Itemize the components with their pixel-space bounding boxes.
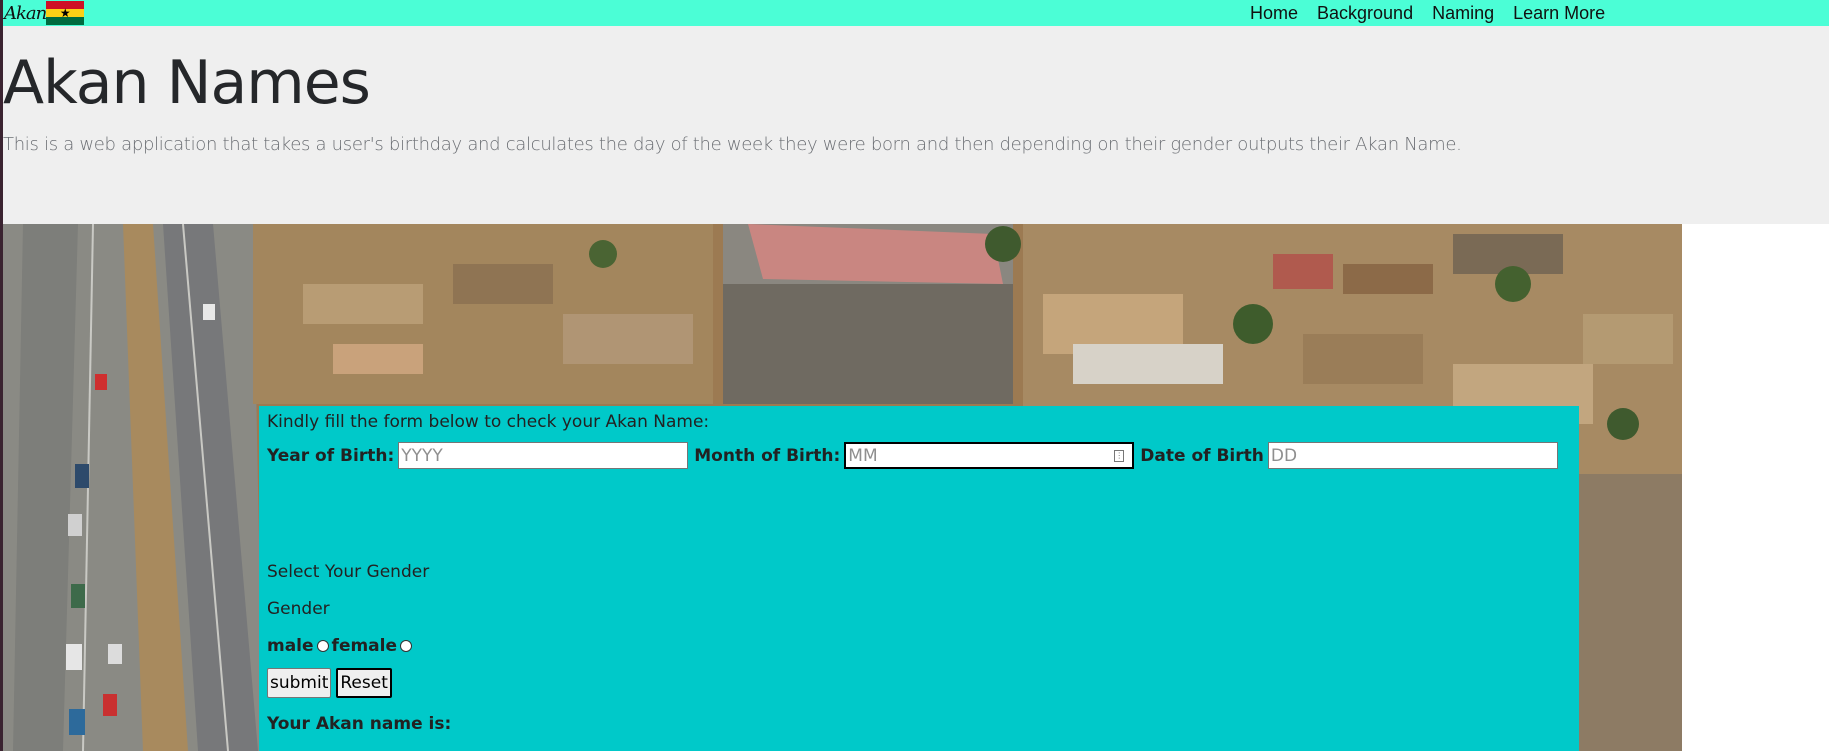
gender-prompt: Select Your Gender (267, 562, 430, 582)
female-radio[interactable] (400, 640, 413, 652)
reset-button[interactable]: Reset (336, 668, 392, 698)
result-label: Your Akan name is: (267, 714, 452, 734)
nav-links: Home Background Naming Learn More (1250, 0, 1624, 26)
ghana-flag-icon: ★ (46, 1, 85, 25)
nav-link-naming[interactable]: Naming (1432, 3, 1494, 24)
male-label: male (267, 636, 314, 656)
month-label: Month of Birth: (694, 445, 841, 466)
month-field-wrapper: ⋮ (844, 442, 1135, 469)
gender-radio-row: male female (267, 636, 415, 656)
akan-name-form: Kindly fill the form below to check your… (259, 406, 1579, 751)
female-label: female (331, 636, 398, 656)
page-title: Akan Names (3, 48, 371, 118)
submit-button[interactable]: submit (267, 668, 332, 698)
year-input[interactable] (401, 443, 686, 468)
month-input[interactable] (848, 444, 1131, 467)
date-input[interactable] (1270, 443, 1555, 468)
nav-link-home[interactable]: Home (1250, 3, 1298, 24)
navbar: Akan ★ Home Background Naming Learn More (3, 0, 1829, 26)
spinner-icon[interactable]: ⋮ (1114, 450, 1125, 462)
male-radio[interactable] (316, 640, 329, 652)
brand[interactable]: Akan ★ (3, 0, 85, 26)
nav-link-background[interactable]: Background (1317, 3, 1413, 24)
birth-date-row: Year of Birth: Month of Birth: ⋮ Date of… (267, 442, 1564, 469)
form-intro: Kindly fill the form below to check your… (267, 412, 710, 432)
nav-link-learn-more[interactable]: Learn More (1513, 3, 1605, 24)
brand-text[interactable]: Akan (4, 3, 47, 24)
year-field-wrapper (398, 442, 689, 469)
form-buttons: submit Reset (267, 668, 397, 698)
date-field-wrapper (1267, 442, 1558, 469)
year-label: Year of Birth: (267, 445, 395, 466)
gender-label: Gender (267, 599, 330, 619)
date-label: Date of Birth (1140, 445, 1264, 466)
page-description: This is a web application that takes a u… (3, 134, 1462, 155)
jumbotron: Akan Names This is a web application tha… (3, 26, 1829, 224)
